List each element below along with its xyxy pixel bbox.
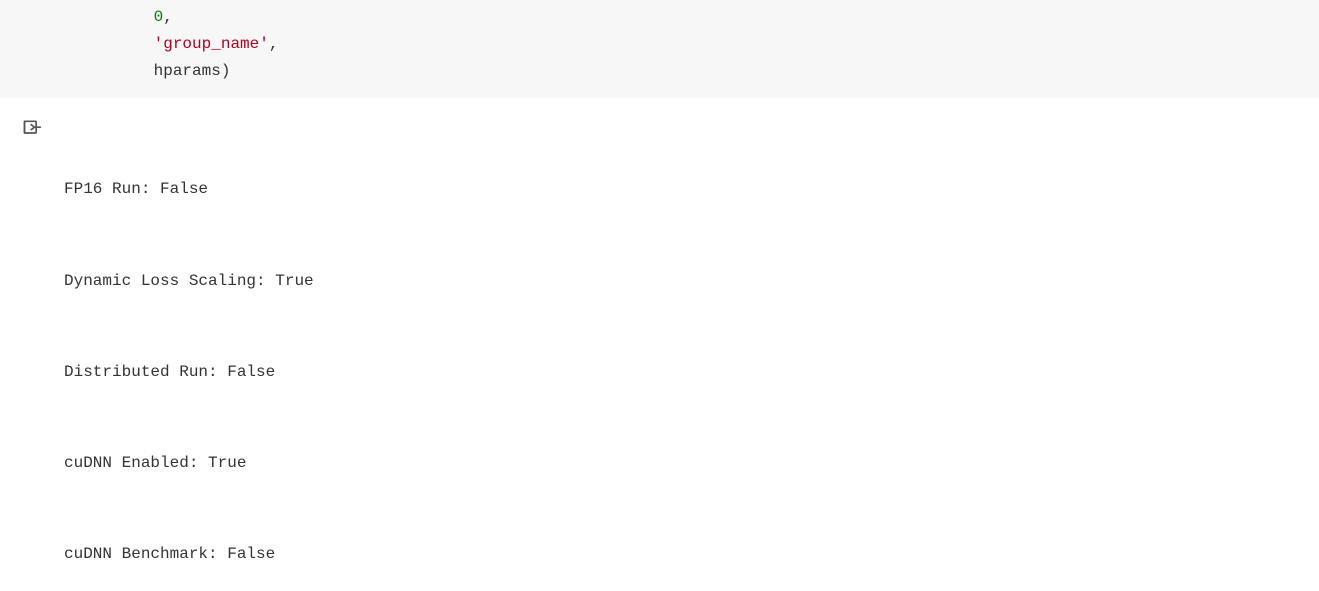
output-section: FP16 Run: False Dynamic Loss Scaling: Tr…: [0, 98, 1319, 591]
code-number: 0: [154, 8, 164, 26]
code-line-3: hparams): [0, 58, 1319, 85]
output-content: FP16 Run: False Dynamic Loss Scaling: Tr…: [64, 114, 1319, 591]
code-cell: 0, 'group_name', hparams): [0, 0, 1319, 98]
output-cudnn-bench: cuDNN Benchmark: False: [64, 539, 1319, 569]
output-loss-scaling: Dynamic Loss Scaling: True: [64, 266, 1319, 296]
code-line-1: 0,: [0, 4, 1319, 31]
output-gutter[interactable]: [0, 114, 64, 143]
code-string: 'group_name': [154, 35, 269, 53]
output-dist-run: Distributed Run: False: [64, 357, 1319, 387]
code-line-2: 'group_name',: [0, 31, 1319, 58]
code-identifier: hparams: [154, 62, 221, 80]
output-cudnn-enabled: cuDNN Enabled: True: [64, 448, 1319, 478]
output-fp16: FP16 Run: False: [64, 174, 1319, 204]
output-arrow-icon: [22, 118, 42, 143]
